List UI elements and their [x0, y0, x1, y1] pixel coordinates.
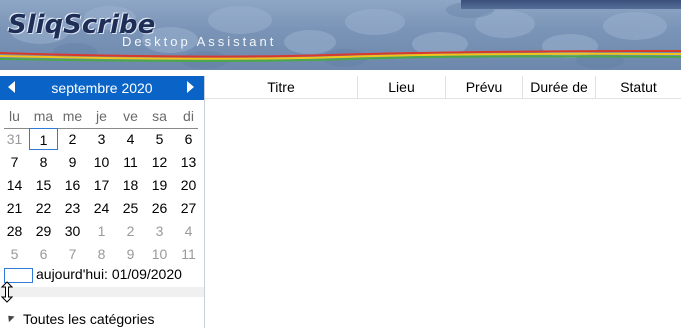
calendar-header: septembre 2020 — [0, 76, 204, 100]
week-row: 7 8 9 10 11 12 13 — [0, 151, 204, 174]
weekday-label: je — [96, 108, 107, 124]
calendar-day[interactable]: 15 — [29, 174, 58, 196]
calendar-day[interactable]: 4 — [174, 220, 203, 242]
collapse-triangle-icon[interactable] — [5, 312, 15, 323]
splitter-bar[interactable] — [0, 287, 204, 297]
weekday-label: sa — [152, 108, 167, 124]
column-header-statut[interactable]: Statut — [596, 76, 681, 98]
calendar-day[interactable]: 21 — [0, 197, 29, 219]
calendar-day[interactable]: 10 — [87, 151, 116, 173]
column-header-lieu[interactable]: Lieu — [358, 76, 446, 98]
week-row: 5 6 7 8 9 10 11 — [0, 243, 204, 266]
today-link[interactable]: aujourd'hui: 01/09/2020 — [36, 266, 182, 282]
calendar-day[interactable]: 7 — [0, 151, 29, 173]
task-list: Titre Lieu Prévu Durée de Statut — [205, 76, 681, 328]
calendar-day[interactable]: 8 — [87, 243, 116, 265]
calendar-day[interactable]: 6 — [29, 243, 58, 265]
calendar-day[interactable]: 28 — [0, 220, 29, 242]
banner-top-stripe — [461, 0, 681, 9]
week-row: 21 22 23 24 25 26 27 — [0, 197, 204, 220]
banner-swoosh — [0, 50, 681, 62]
calendar-day[interactable]: 27 — [174, 197, 203, 219]
vertical-resize-icon[interactable] — [1, 281, 13, 303]
calendar-day[interactable]: 10 — [145, 243, 174, 265]
calendar-day[interactable]: 1 — [87, 220, 116, 242]
week-row: 14 15 16 17 18 19 20 — [0, 174, 204, 197]
calendar-day[interactable]: 3 — [145, 220, 174, 242]
calendar-day[interactable]: 5 — [145, 128, 174, 150]
calendar-day[interactable]: 8 — [29, 151, 58, 173]
column-header-titre[interactable]: Titre — [205, 76, 358, 98]
calendar-day[interactable]: 29 — [29, 220, 58, 242]
weekday-label: lu — [9, 108, 20, 124]
weekday-label: ve — [123, 108, 138, 124]
calendar-day[interactable]: 3 — [87, 128, 116, 150]
calendar-day[interactable]: 26 — [145, 197, 174, 219]
calendar-day[interactable]: 11 — [116, 151, 145, 173]
column-header-prevu[interactable]: Prévu — [446, 76, 523, 98]
calendar-day[interactable]: 2 — [58, 128, 87, 150]
calendar-day[interactable]: 4 — [116, 128, 145, 150]
weekday-row: lu ma me je ve sa di — [0, 105, 204, 128]
calendar-day-selected[interactable]: 1 — [29, 128, 58, 150]
calendar-day[interactable]: 23 — [58, 197, 87, 219]
calendar-day[interactable]: 9 — [58, 151, 87, 173]
calendar-day[interactable]: 5 — [0, 243, 29, 265]
weekday-label: di — [183, 108, 194, 124]
calendar-grid: lu ma me je ve sa di 31 1 2 3 4 5 6 7 8 … — [0, 105, 204, 266]
column-header-duree[interactable]: Durée de — [523, 76, 596, 98]
calendar-day[interactable]: 18 — [116, 174, 145, 196]
app-banner: SliqScribe Desktop Assistant — [0, 0, 681, 70]
calendar-day[interactable]: 30 — [58, 220, 87, 242]
calendar-day[interactable]: 16 — [58, 174, 87, 196]
calendar-day[interactable]: 7 — [58, 243, 87, 265]
calendar-day[interactable]: 6 — [174, 128, 203, 150]
calendar-day[interactable]: 19 — [145, 174, 174, 196]
calendar-day[interactable]: 11 — [174, 243, 203, 265]
category-tree-item[interactable]: Toutes les catégories — [0, 309, 204, 329]
calendar-day[interactable]: 12 — [145, 151, 174, 173]
weekday-label: ma — [33, 108, 54, 124]
calendar-day[interactable]: 9 — [116, 243, 145, 265]
week-row: 31 1 2 3 4 5 6 — [0, 128, 204, 151]
left-pane: septembre 2020 lu ma me je ve sa di 31 1… — [0, 76, 205, 328]
all-categories-label[interactable]: Toutes les catégories — [23, 311, 155, 327]
calendar-day[interactable]: 31 — [0, 128, 29, 150]
calendar-month-title[interactable]: septembre 2020 — [0, 80, 204, 96]
calendar-day[interactable]: 22 — [29, 197, 58, 219]
calendar-day[interactable]: 25 — [116, 197, 145, 219]
calendar-day[interactable]: 13 — [174, 151, 203, 173]
next-month-arrow-icon[interactable] — [187, 81, 194, 93]
weekday-label: me — [62, 108, 83, 124]
week-row: 28 29 30 1 2 3 4 — [0, 220, 204, 243]
calendar-day[interactable]: 24 — [87, 197, 116, 219]
list-column-headers: Titre Lieu Prévu Durée de Statut — [205, 76, 681, 99]
calendar-day[interactable]: 2 — [116, 220, 145, 242]
calendar-day[interactable]: 17 — [87, 174, 116, 196]
calendar-day[interactable]: 14 — [0, 174, 29, 196]
calendar-day[interactable]: 20 — [174, 174, 203, 196]
